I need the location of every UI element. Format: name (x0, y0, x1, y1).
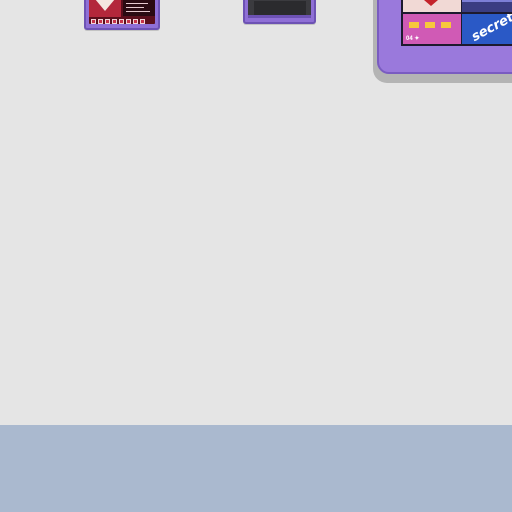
bottom-bar (248, 15, 311, 18)
device-screen (89, 0, 155, 24)
triangle-graphic (95, 0, 115, 11)
slot-icon (98, 19, 103, 24)
icon-row (91, 19, 145, 24)
tile-top-left[interactable] (403, 0, 461, 12)
stripe-graphic (462, 0, 512, 2)
triangle-graphic (417, 0, 445, 6)
device-thumbnail-1[interactable] (84, 0, 160, 30)
slot-icon (133, 19, 138, 24)
slot-icon (119, 19, 124, 24)
slot-icon (140, 19, 145, 24)
block-graphic (441, 22, 451, 28)
tablet-screen: 04 ✦ secret (401, 0, 512, 46)
slot-icon (105, 19, 110, 24)
slot-icon (91, 19, 96, 24)
block-graphic (425, 22, 435, 28)
text-line (126, 7, 144, 8)
block-graphic (409, 22, 419, 28)
secret-label: secret (469, 14, 512, 44)
tile-label: 04 ✦ (406, 36, 420, 42)
tablet-device[interactable]: 04 ✦ secret (377, 0, 512, 74)
device-screen (248, 0, 311, 18)
slot-icon (112, 19, 117, 24)
tile-secret[interactable]: secret (462, 14, 512, 44)
text-line (126, 3, 148, 4)
device-thumbnail-2[interactable] (243, 0, 316, 24)
slot-icon (126, 19, 131, 24)
tile-bottom-left[interactable]: 04 ✦ (403, 14, 461, 44)
tile-top-right[interactable] (462, 0, 512, 12)
bottom-band (0, 425, 512, 512)
text-line (126, 11, 150, 12)
